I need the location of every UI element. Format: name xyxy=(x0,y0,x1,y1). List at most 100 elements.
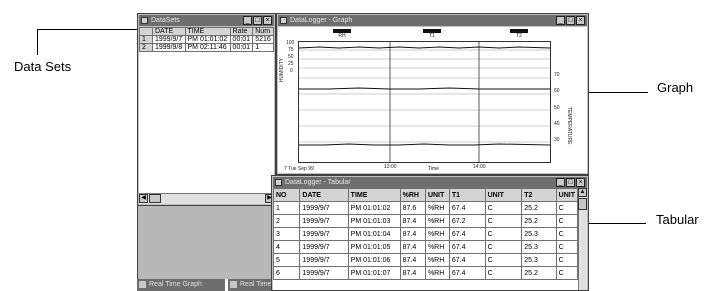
tabular-vscrollbar[interactable]: ▲ xyxy=(578,188,587,290)
cell-unit[interactable]: C xyxy=(484,240,523,254)
cell-t2[interactable]: 25.2 xyxy=(521,214,557,228)
taskbar-item-realtime-graph[interactable]: Real Time Graph xyxy=(137,279,225,291)
tabular-titlebar[interactable]: DataLogger - Tabular _ □ × xyxy=(273,177,587,188)
cell-no[interactable]: 1 xyxy=(273,201,301,215)
table-row[interactable]: 1 1999/9/7 PM 01:01:02 00:01 5216 xyxy=(139,35,274,44)
cell-unit[interactable]: C xyxy=(555,266,578,280)
cell-num[interactable]: 5216 xyxy=(252,35,274,44)
datasets-col-header[interactable]: TIME xyxy=(184,27,231,36)
taskbar-item-realtime[interactable]: Real Time xyxy=(228,279,276,291)
cell-rate[interactable]: 00:01 xyxy=(229,43,254,52)
table-row[interactable]: 3 1999/9/7 PM 01:01:04 87.4 %RH 67.4 C 2… xyxy=(273,227,578,241)
cell-unit[interactable]: %RH xyxy=(424,240,450,254)
cell-unit[interactable]: C xyxy=(484,201,523,215)
col-header-rh[interactable]: %RH xyxy=(399,188,426,202)
cell-time[interactable]: PM 01:01:05 xyxy=(347,240,401,254)
cell-date[interactable]: 1999/9/8 xyxy=(152,43,186,52)
col-header-date[interactable]: DATE xyxy=(299,188,349,202)
cell-unit[interactable]: C xyxy=(484,266,523,280)
cell-unit[interactable]: C xyxy=(484,253,523,267)
col-header-t1[interactable]: T1 xyxy=(448,188,486,202)
cell-time[interactable]: PM 01:01:06 xyxy=(347,253,401,267)
maximize-button[interactable]: □ xyxy=(253,16,262,25)
cell-unit[interactable]: %RH xyxy=(424,266,450,280)
col-header-unit[interactable]: UNIT xyxy=(555,188,578,202)
cell-time[interactable]: PM 01:01:04 xyxy=(347,227,401,241)
cell-rh[interactable]: 87.6 xyxy=(399,201,426,215)
cell-t1[interactable]: 67.4 xyxy=(448,266,486,280)
scroll-up-arrow-icon[interactable]: ▲ xyxy=(578,188,587,197)
table-row[interactable]: 4 1999/9/7 PM 01:01:05 87.4 %RH 67.4 C 2… xyxy=(273,240,578,254)
cell-date[interactable]: 1999/9/7 xyxy=(299,266,349,280)
cell-time[interactable]: PM 02:11:46 xyxy=(184,43,231,52)
scroll-thumb[interactable] xyxy=(578,198,587,210)
cell-t1[interactable]: 67.4 xyxy=(448,253,486,267)
col-header-no[interactable]: NO xyxy=(273,188,301,202)
cell-t1[interactable]: 67.4 xyxy=(448,201,486,215)
cell-t1[interactable]: 67.2 xyxy=(448,214,486,228)
col-header-time[interactable]: TIME xyxy=(347,188,401,202)
cell-unit[interactable]: %RH xyxy=(424,227,450,241)
scroll-left-arrow-icon[interactable]: ◀ xyxy=(139,194,148,203)
col-header-t2[interactable]: T2 xyxy=(521,188,557,202)
cell-no[interactable]: 4 xyxy=(273,240,301,254)
cell-unit[interactable]: C xyxy=(484,214,523,228)
col-header-unit[interactable]: UNIT xyxy=(424,188,450,202)
maximize-button[interactable]: □ xyxy=(566,16,575,25)
cell-unit[interactable]: C xyxy=(555,214,578,228)
cell-unit[interactable]: C xyxy=(484,227,523,241)
table-row[interactable]: 1 1999/9/7 PM 01:01:02 87.6 %RH 67.4 C 2… xyxy=(273,201,578,215)
cell-rh[interactable]: 87.4 xyxy=(399,214,426,228)
cell-date[interactable]: 1999/9/7 xyxy=(152,35,186,44)
cell-t2[interactable]: 25.3 xyxy=(521,253,557,267)
minimize-button[interactable]: _ xyxy=(556,16,565,25)
cell-rh[interactable]: 87.4 xyxy=(399,240,426,254)
cell-rh[interactable]: 87.4 xyxy=(399,253,426,267)
cell-t2[interactable]: 25.3 xyxy=(521,227,557,241)
cell-t1[interactable]: 67.4 xyxy=(448,240,486,254)
table-row[interactable]: 6 1999/9/7 PM 01:01:07 87.4 %RH 67.4 C 2… xyxy=(273,266,578,280)
cell-unit[interactable]: %RH xyxy=(424,253,450,267)
cell-time[interactable]: PM 01:01:03 xyxy=(347,214,401,228)
cell-rh[interactable]: 87.4 xyxy=(399,266,426,280)
table-row[interactable]: 5 1999/9/7 PM 01:01:06 87.4 %RH 67.4 C 2… xyxy=(273,253,578,267)
cell-no[interactable]: 3 xyxy=(273,227,301,241)
cell-date[interactable]: 1999/9/7 xyxy=(299,240,349,254)
cell-no[interactable]: 6 xyxy=(273,266,301,280)
cell-t2[interactable]: 25.2 xyxy=(521,201,557,215)
datasets-hscrollbar[interactable]: ◀ ▶ xyxy=(139,193,274,204)
close-button[interactable]: × xyxy=(576,16,585,25)
cell-t2[interactable]: 25.3 xyxy=(521,240,557,254)
close-button[interactable]: × xyxy=(263,16,272,25)
cell-unit[interactable]: C xyxy=(555,240,578,254)
graph-titlebar[interactable]: DataLogger - Graph _ □ × xyxy=(278,15,587,26)
cell-unit[interactable]: %RH xyxy=(424,214,450,228)
cell-t1[interactable]: 67.4 xyxy=(448,227,486,241)
cell-t2[interactable]: 25.2 xyxy=(521,266,557,280)
cell-time[interactable]: PM 01:01:07 xyxy=(347,266,401,280)
cell-no[interactable]: 5 xyxy=(273,253,301,267)
col-header-unit[interactable]: UNIT xyxy=(484,188,523,202)
cell-date[interactable]: 1999/9/7 xyxy=(299,214,349,228)
cell-unit[interactable]: C xyxy=(555,227,578,241)
minimize-button[interactable]: _ xyxy=(556,178,565,187)
cell-num[interactable]: 1 xyxy=(252,43,274,52)
datasets-col-header[interactable] xyxy=(139,27,153,36)
table-row[interactable]: 2 1999/9/7 PM 01:01:03 87.4 %RH 67.2 C 2… xyxy=(273,214,578,228)
cell-date[interactable]: 1999/9/7 xyxy=(299,227,349,241)
cell-time[interactable]: PM 01:01:02 xyxy=(347,201,401,215)
cell-date[interactable]: 1999/9/7 xyxy=(299,253,349,267)
datasets-col-header[interactable]: Num xyxy=(252,27,274,36)
scroll-thumb[interactable] xyxy=(149,194,161,203)
cell-rh[interactable]: 87.4 xyxy=(399,227,426,241)
cell-no[interactable]: 2 xyxy=(273,214,301,228)
minimize-button[interactable]: _ xyxy=(243,16,252,25)
datasets-col-header[interactable]: DATE xyxy=(152,27,186,36)
cell-unit[interactable]: C xyxy=(555,201,578,215)
cell-time[interactable]: PM 01:01:02 xyxy=(184,35,231,44)
cell-unit[interactable]: C xyxy=(555,253,578,267)
close-button[interactable]: × xyxy=(576,178,585,187)
maximize-button[interactable]: □ xyxy=(566,178,575,187)
datasets-titlebar[interactable]: DataSets _ □ × xyxy=(139,15,274,26)
cell-rate[interactable]: 00:01 xyxy=(229,35,254,44)
